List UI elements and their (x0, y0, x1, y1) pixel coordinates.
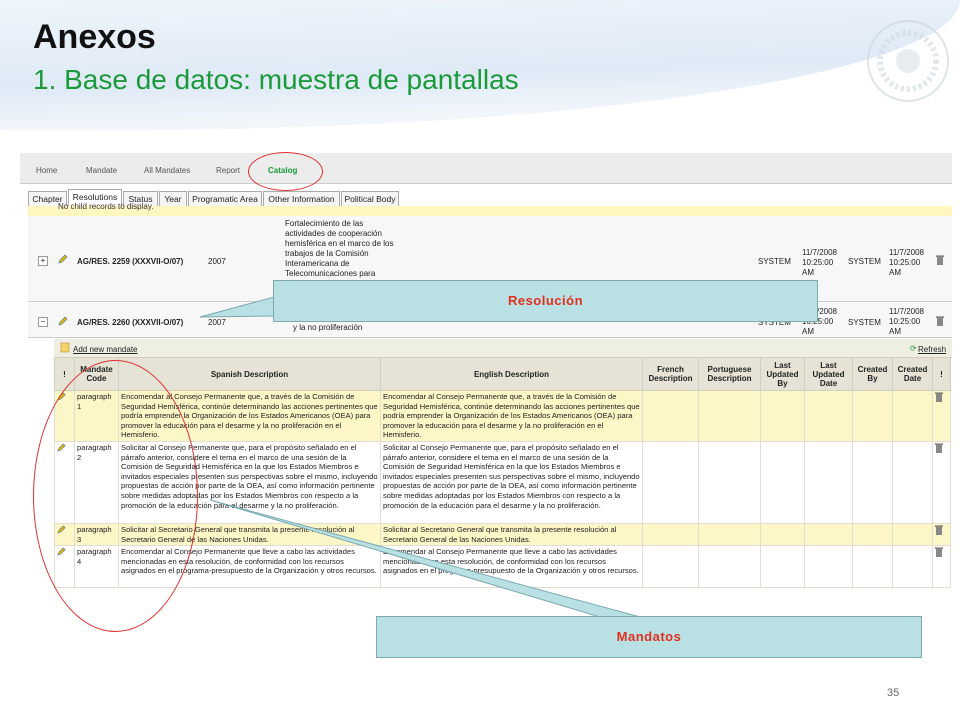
callout-pointers (199, 295, 641, 618)
mandatos-pointer (209, 499, 641, 618)
resolucion-callout: Resolución (273, 280, 818, 322)
resolucion-pointer (199, 295, 279, 318)
page-number: 35 (887, 687, 900, 699)
mandatos-callout: Mandatos (376, 616, 922, 658)
